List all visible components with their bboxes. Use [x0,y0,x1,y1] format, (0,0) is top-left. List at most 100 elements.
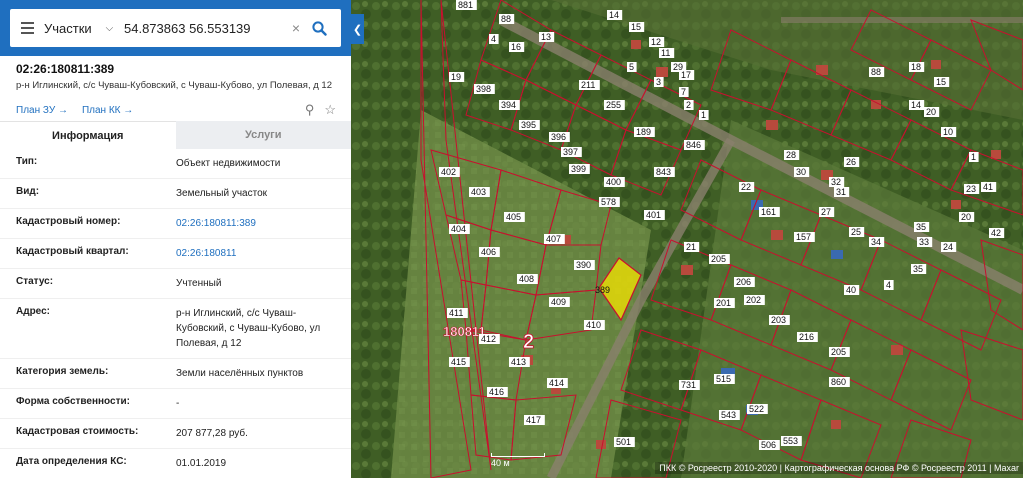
info-row: Вид: Земельный участок [0,179,351,209]
plot-number-label: 201 [714,298,735,308]
map-canvas[interactable]: 180811 2 88188416131415121129 88517372121… [351,0,1023,478]
svg-text:88: 88 [501,14,511,24]
plot-number-label: 409 [549,297,570,307]
svg-text:161: 161 [761,207,776,217]
info-key: Тип: [16,156,38,167]
svg-text:11: 11 [661,48,670,58]
plot-number-label: 32 [829,177,845,187]
plot-number-label: 26 [844,157,860,167]
layer-select[interactable]: Участки ⌵ [44,21,124,36]
plan-zu-link[interactable]: План ЗУ → [16,105,68,116]
plot-number-label: 415 [449,357,470,367]
svg-text:501: 501 [616,437,631,447]
info-value: р-н Иглинский, с/с Чуваш-Кубовский, с Чу… [176,308,321,349]
svg-text:23: 23 [966,184,976,194]
map-view[interactable]: 180811 2 881 88 4 16 13 14 15 12 11 29 88 5 17 3 7 2 1 21… [351,0,1023,478]
svg-text:390: 390 [576,260,591,270]
info-row: Кадастровый номер: 02:26:180811:389 [0,209,351,239]
info-key: Кадастровая стоимость: [16,426,139,437]
tab-info[interactable]: Информация [0,121,176,149]
plot-number-label: 10 [941,127,957,137]
svg-text:211: 211 [581,80,595,90]
plot-number-label: 403 [469,187,490,197]
svg-text:417: 417 [526,415,541,425]
svg-text:28: 28 [786,150,796,160]
plot-number-label: 397 [561,147,582,157]
plot-number-label: 408 [517,274,538,284]
plot-number-label: 11 [659,48,675,58]
svg-text:515: 515 [716,374,731,384]
svg-text:31: 31 [836,187,846,197]
info-table: Тип: Объект недвижимости Вид: Земельный уча… [0,149,351,478]
svg-text:401: 401 [646,210,661,220]
plot-number-label: 5 [627,62,637,72]
plot-number-label: 4 [884,280,894,290]
favorite-star-icon[interactable]: ☆ [324,102,336,118]
plot-number-label: 401 [644,210,665,220]
svg-text:22: 22 [741,182,751,192]
svg-text:410: 410 [586,320,601,330]
plot-number-label: 27 [819,207,835,217]
menu-icon[interactable] [10,22,44,34]
svg-text:404: 404 [451,224,466,234]
svg-text:4: 4 [491,34,496,44]
plot-number-label: 2 [684,100,694,110]
info-value[interactable]: 02:26:180811 [176,246,336,261]
plot-number-label: 13 [539,32,555,42]
tab-services[interactable]: Услуги [175,121,351,149]
svg-text:203: 203 [771,315,786,325]
plot-number-label: 40 [844,285,860,295]
plot-number-label: 860 [829,377,850,387]
map-scale: 40 м [491,453,545,468]
svg-text:42: 42 [991,228,1001,238]
svg-text:414: 414 [549,378,564,388]
svg-text:399: 399 [571,164,586,174]
info-key: Кадастровый номер: [16,216,121,227]
svg-text:843: 843 [656,167,671,177]
info-value[interactable]: 02:26:180811:389 [176,216,336,231]
plan-kk-link[interactable]: План КК → [82,105,133,116]
plot-number-label: 33 [917,237,933,247]
info-row: Дата определения КС: 01.01.2019 [0,449,351,478]
plot-number-label: 3 [654,77,664,87]
svg-text:216: 216 [799,332,814,342]
search-input[interactable] [124,20,286,36]
svg-text:26: 26 [846,157,856,167]
plot-number-label: 19 [449,72,465,82]
svg-text:15: 15 [936,77,946,87]
svg-text:20: 20 [926,107,936,117]
svg-text:3: 3 [656,77,661,87]
svg-text:394: 394 [501,100,516,110]
plot-number-label: 390 [574,260,595,270]
svg-text:20: 20 [961,212,971,222]
svg-text:413: 413 [511,357,526,367]
collapse-panel-button[interactable]: ❮ [351,14,364,44]
svg-text:19: 19 [451,72,461,82]
svg-text:16: 16 [511,42,521,52]
clear-icon[interactable]: × [286,20,306,36]
info-value: Земельный участок [176,188,268,199]
plot-number-label: 4 [489,34,499,44]
svg-text:412: 412 [481,334,496,344]
chevron-down-icon: ⌵ [105,22,114,34]
svg-text:395: 395 [521,120,536,130]
svg-text:17: 17 [681,70,691,80]
search-button[interactable] [306,20,332,36]
search-bar: Участки ⌵ × [0,0,351,56]
info-key: Кадастровый квартал: [16,246,129,257]
selected-plot-label: 389 [595,285,610,295]
plot-number-label: 42 [989,228,1005,238]
object-address: р-н Иглинский, с/с Чуваш-Кубовский, с Чу… [16,80,332,91]
find-on-map-icon[interactable]: ⚲ [305,102,315,118]
layer-select-value: Участки [44,20,92,36]
svg-text:4: 4 [886,280,891,290]
tabs: Информация Услуги [0,121,351,149]
plot-number-label: 406 [479,247,500,257]
plot-number-label: 881 [456,0,477,10]
plot-number-label: 88 [499,14,515,24]
plot-number-label: 205 [709,254,730,264]
svg-text:397: 397 [563,147,578,157]
plot-number-label: 404 [449,224,470,234]
info-value: Земли населённых пунктов [176,368,304,379]
svg-text:189: 189 [636,127,651,137]
